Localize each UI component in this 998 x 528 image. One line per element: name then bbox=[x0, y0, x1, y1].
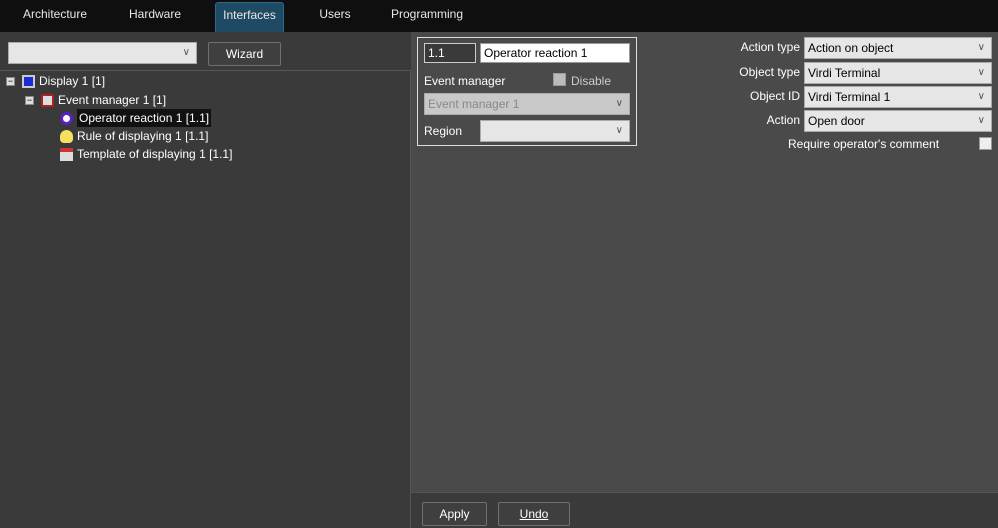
event-manager-label: Event manager bbox=[424, 74, 506, 88]
collapse-icon[interactable]: − bbox=[6, 77, 15, 86]
tree-item-display[interactable]: Display 1 [1] bbox=[22, 72, 105, 90]
apply-button[interactable]: Apply bbox=[422, 502, 487, 526]
object-id-dropdown[interactable]: Virdi Terminal 1 ∨ bbox=[804, 86, 992, 108]
tab-interfaces[interactable]: Interfaces bbox=[215, 2, 284, 32]
action-value: Open door bbox=[808, 114, 865, 128]
id-field[interactable]: 1.1 bbox=[424, 43, 476, 63]
region-label: Region bbox=[424, 124, 463, 138]
object-id-value: Virdi Terminal 1 bbox=[808, 90, 891, 104]
tree-item-template-of-displaying[interactable]: Template of displaying 1 [1.1] bbox=[60, 145, 232, 163]
top-tab-bar: Architecture Hardware Interfaces Users P… bbox=[0, 0, 998, 32]
require-comment-checkbox[interactable] bbox=[979, 137, 992, 150]
action-type-label: Action type bbox=[740, 40, 800, 54]
action-label: Action bbox=[766, 113, 800, 127]
general-settings-group: 1.1 Operator reaction 1 Event manager Di… bbox=[417, 37, 637, 146]
object-type-value: Virdi Terminal bbox=[808, 66, 881, 80]
chevron-down-icon: ∨ bbox=[977, 115, 985, 126]
filter-dropdown[interactable]: ∨ bbox=[8, 42, 197, 64]
tree-item-label: Rule of displaying 1 [1.1] bbox=[77, 129, 209, 143]
properties-panel: 1.1 Operator reaction 1 Event manager Di… bbox=[411, 32, 998, 528]
object-type-label: Object type bbox=[739, 65, 800, 79]
region-dropdown[interactable]: ∨ bbox=[480, 120, 630, 142]
eye-icon bbox=[60, 111, 73, 125]
tab-architecture[interactable]: Architecture bbox=[14, 2, 96, 32]
chevron-down-icon: ∨ bbox=[977, 67, 985, 78]
tree-item-operator-reaction[interactable]: Operator reaction 1 [1.1] bbox=[60, 109, 212, 127]
event-manager-dropdown: Event manager 1 ∨ bbox=[424, 93, 630, 115]
name-field[interactable]: Operator reaction 1 bbox=[480, 43, 630, 63]
disable-checkbox[interactable] bbox=[553, 73, 566, 86]
tree-item-label: Template of displaying 1 [1.1] bbox=[77, 147, 233, 161]
tree-item-rule-of-displaying[interactable]: Rule of displaying 1 [1.1] bbox=[60, 127, 208, 145]
tab-hardware[interactable]: Hardware bbox=[114, 2, 196, 32]
object-type-dropdown[interactable]: Virdi Terminal ∨ bbox=[804, 62, 992, 84]
monitor-icon bbox=[22, 74, 35, 88]
undo-button[interactable]: Undo bbox=[498, 502, 570, 526]
object-tree: − Display 1 [1] − Event manager 1 [1] Op… bbox=[0, 70, 411, 528]
lightbulb-icon bbox=[60, 129, 73, 143]
action-type-dropdown[interactable]: Action on object ∨ bbox=[804, 37, 992, 59]
tree-item-label: Event manager 1 [1] bbox=[58, 93, 167, 107]
tab-programming[interactable]: Programming bbox=[390, 2, 464, 32]
tree-item-event-manager[interactable]: Event manager 1 [1] bbox=[41, 91, 166, 109]
disable-label: Disable bbox=[571, 74, 612, 88]
chevron-down-icon: ∨ bbox=[615, 98, 623, 109]
tab-users[interactable]: Users bbox=[300, 2, 370, 32]
action-dropdown[interactable]: Open door ∨ bbox=[804, 110, 992, 132]
template-icon bbox=[60, 147, 73, 161]
wizard-button[interactable]: Wizard bbox=[208, 42, 281, 66]
bottom-button-bar: Apply Undo bbox=[411, 492, 998, 528]
chevron-down-icon: ∨ bbox=[615, 125, 623, 136]
chevron-down-icon: ∨ bbox=[977, 91, 985, 102]
chevron-down-icon: ∨ bbox=[182, 47, 190, 58]
tree-item-label: Operator reaction 1 [1.1] bbox=[77, 109, 212, 127]
tree-item-label: Display 1 [1] bbox=[39, 74, 106, 88]
collapse-icon[interactable]: − bbox=[25, 96, 34, 105]
action-type-value: Action on object bbox=[808, 41, 894, 55]
require-comment-label: Require operator's comment bbox=[788, 137, 940, 151]
chevron-down-icon: ∨ bbox=[977, 42, 985, 53]
object-id-label: Object ID bbox=[749, 89, 800, 103]
event-manager-value: Event manager 1 bbox=[428, 97, 520, 111]
event-manager-icon bbox=[41, 93, 54, 107]
